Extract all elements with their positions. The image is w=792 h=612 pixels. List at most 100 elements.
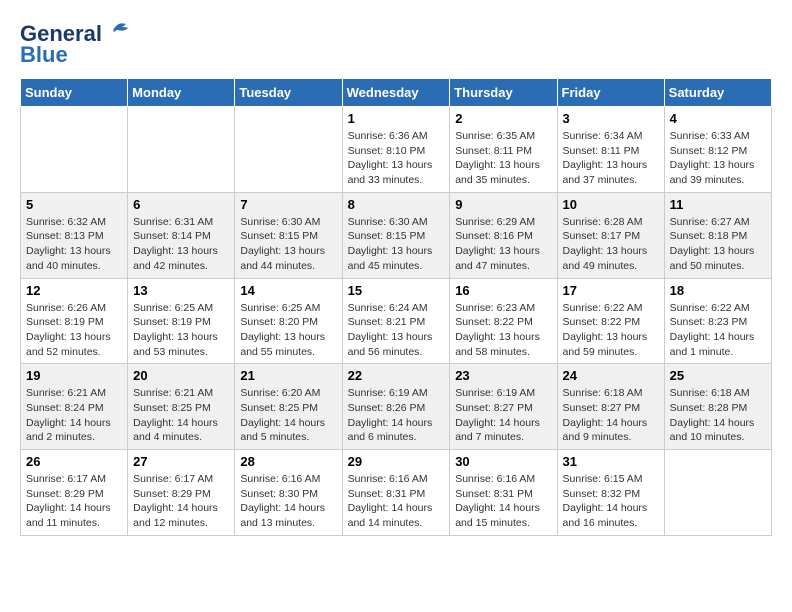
day-info: Sunrise: 6:17 AM Sunset: 8:29 PM Dayligh… — [133, 472, 229, 531]
weekday-header-sunday: Sunday — [21, 79, 128, 107]
calendar-cell: 30 Sunrise: 6:16 AM Sunset: 8:31 PM Dayli… — [450, 450, 557, 536]
day-info: Sunrise: 6:18 AM Sunset: 8:28 PM Dayligh… — [670, 386, 766, 445]
day-number: 22 — [348, 368, 445, 383]
calendar-cell: 8 Sunrise: 6:30 AM Sunset: 8:15 PM Daylig… — [342, 192, 450, 278]
calendar-cell: 15 Sunrise: 6:24 AM Sunset: 8:21 PM Dayli… — [342, 278, 450, 364]
day-info: Sunrise: 6:16 AM Sunset: 8:30 PM Dayligh… — [240, 472, 336, 531]
calendar-cell: 4Sunrise: 6:33 AM Sunset: 8:12 PM Daylig… — [664, 107, 771, 193]
day-info: Sunrise: 6:20 AM Sunset: 8:25 PM Dayligh… — [240, 386, 336, 445]
day-number: 5 — [26, 197, 122, 212]
calendar-cell: 23 Sunrise: 6:19 AM Sunset: 8:27 PM Dayli… — [450, 364, 557, 450]
day-number: 23 — [455, 368, 551, 383]
weekday-header-saturday: Saturday — [664, 79, 771, 107]
day-number: 15 — [348, 283, 445, 298]
day-number: 1 — [348, 111, 445, 126]
day-number: 29 — [348, 454, 445, 469]
weekday-header-tuesday: Tuesday — [235, 79, 342, 107]
day-info: Sunrise: 6:22 AM Sunset: 8:23 PM Dayligh… — [670, 301, 766, 360]
day-number: 6 — [133, 197, 229, 212]
day-number: 3 — [563, 111, 659, 126]
day-info: Sunrise: 6:26 AM Sunset: 8:19 PM Dayligh… — [26, 301, 122, 360]
day-info: Sunrise: 6:15 AM Sunset: 8:32 PM Dayligh… — [563, 472, 659, 531]
calendar-cell: 17Sunrise: 6:22 AM Sunset: 8:22 PM Dayli… — [557, 278, 664, 364]
day-info: Sunrise: 6:34 AM Sunset: 8:11 PM Dayligh… — [563, 129, 659, 188]
day-number: 14 — [240, 283, 336, 298]
calendar-cell: 24 Sunrise: 6:18 AM Sunset: 8:27 PM Dayli… — [557, 364, 664, 450]
calendar-table: SundayMondayTuesdayWednesdayThursdayFrid… — [20, 78, 772, 536]
calendar-cell: 12 Sunrise: 6:26 AM Sunset: 8:19 PM Dayli… — [21, 278, 128, 364]
day-number: 7 — [240, 197, 336, 212]
calendar-cell: 18 Sunrise: 6:22 AM Sunset: 8:23 PM Dayli… — [664, 278, 771, 364]
day-number: 30 — [455, 454, 551, 469]
weekday-header-thursday: Thursday — [450, 79, 557, 107]
weekday-header-wednesday: Wednesday — [342, 79, 450, 107]
day-number: 10 — [563, 197, 659, 212]
day-number: 28 — [240, 454, 336, 469]
calendar-cell: 9Sunrise: 6:29 AM Sunset: 8:16 PM Daylig… — [450, 192, 557, 278]
day-number: 8 — [348, 197, 445, 212]
day-info: Sunrise: 6:35 AM Sunset: 8:11 PM Dayligh… — [455, 129, 551, 188]
calendar-cell: 29Sunrise: 6:16 AM Sunset: 8:31 PM Dayli… — [342, 450, 450, 536]
day-info: Sunrise: 6:18 AM Sunset: 8:27 PM Dayligh… — [563, 386, 659, 445]
day-info: Sunrise: 6:24 AM Sunset: 8:21 PM Dayligh… — [348, 301, 445, 360]
calendar-body: 1 Sunrise: 6:36 AM Sunset: 8:10 PM Daylig… — [21, 107, 772, 536]
calendar-cell: 16 Sunrise: 6:23 AM Sunset: 8:22 PM Dayli… — [450, 278, 557, 364]
weekday-header-friday: Friday — [557, 79, 664, 107]
logo-blue: Blue — [20, 42, 68, 68]
day-info: Sunrise: 6:16 AM Sunset: 8:31 PM Dayligh… — [455, 472, 551, 531]
calendar-cell: 27 Sunrise: 6:17 AM Sunset: 8:29 PM Dayli… — [128, 450, 235, 536]
calendar-cell — [21, 107, 128, 193]
day-number: 24 — [563, 368, 659, 383]
calendar-week-row: 1 Sunrise: 6:36 AM Sunset: 8:10 PM Daylig… — [21, 107, 772, 193]
calendar-cell — [128, 107, 235, 193]
calendar-cell: 13Sunrise: 6:25 AM Sunset: 8:19 PM Dayli… — [128, 278, 235, 364]
calendar-cell: 3 Sunrise: 6:34 AM Sunset: 8:11 PM Daylig… — [557, 107, 664, 193]
day-number: 20 — [133, 368, 229, 383]
day-number: 17 — [563, 283, 659, 298]
day-info: Sunrise: 6:19 AM Sunset: 8:27 PM Dayligh… — [455, 386, 551, 445]
day-number: 25 — [670, 368, 766, 383]
day-number: 18 — [670, 283, 766, 298]
day-number: 16 — [455, 283, 551, 298]
day-info: Sunrise: 6:33 AM Sunset: 8:12 PM Dayligh… — [670, 129, 766, 188]
day-info: Sunrise: 6:25 AM Sunset: 8:20 PM Dayligh… — [240, 301, 336, 360]
calendar-cell: 28 Sunrise: 6:16 AM Sunset: 8:30 PM Dayli… — [235, 450, 342, 536]
day-number: 19 — [26, 368, 122, 383]
calendar-cell: 25 Sunrise: 6:18 AM Sunset: 8:28 PM Dayli… — [664, 364, 771, 450]
weekday-header-monday: Monday — [128, 79, 235, 107]
calendar-cell: 6Sunrise: 6:31 AM Sunset: 8:14 PM Daylig… — [128, 192, 235, 278]
calendar-cell: 2 Sunrise: 6:35 AM Sunset: 8:11 PM Daylig… — [450, 107, 557, 193]
calendar-week-row: 12 Sunrise: 6:26 AM Sunset: 8:19 PM Dayli… — [21, 278, 772, 364]
day-info: Sunrise: 6:23 AM Sunset: 8:22 PM Dayligh… — [455, 301, 551, 360]
calendar-cell: 20 Sunrise: 6:21 AM Sunset: 8:25 PM Dayli… — [128, 364, 235, 450]
calendar-cell: 11Sunrise: 6:27 AM Sunset: 8:18 PM Dayli… — [664, 192, 771, 278]
calendar-week-row: 5 Sunrise: 6:32 AM Sunset: 8:13 PM Daylig… — [21, 192, 772, 278]
calendar-cell: 5 Sunrise: 6:32 AM Sunset: 8:13 PM Daylig… — [21, 192, 128, 278]
calendar-cell: 31 Sunrise: 6:15 AM Sunset: 8:32 PM Dayli… — [557, 450, 664, 536]
calendar-cell — [664, 450, 771, 536]
day-number: 2 — [455, 111, 551, 126]
calendar-cell: 26Sunrise: 6:17 AM Sunset: 8:29 PM Dayli… — [21, 450, 128, 536]
day-info: Sunrise: 6:21 AM Sunset: 8:24 PM Dayligh… — [26, 386, 122, 445]
calendar-week-row: 19 Sunrise: 6:21 AM Sunset: 8:24 PM Dayli… — [21, 364, 772, 450]
day-number: 21 — [240, 368, 336, 383]
day-info: Sunrise: 6:32 AM Sunset: 8:13 PM Dayligh… — [26, 215, 122, 274]
page-header: General Blue — [20, 20, 772, 68]
logo-bird-icon — [102, 20, 130, 48]
day-info: Sunrise: 6:25 AM Sunset: 8:19 PM Dayligh… — [133, 301, 229, 360]
calendar-cell: 10 Sunrise: 6:28 AM Sunset: 8:17 PM Dayli… — [557, 192, 664, 278]
logo: General Blue — [20, 20, 130, 68]
day-info: Sunrise: 6:30 AM Sunset: 8:15 PM Dayligh… — [348, 215, 445, 274]
calendar-header: SundayMondayTuesdayWednesdayThursdayFrid… — [21, 79, 772, 107]
day-info: Sunrise: 6:30 AM Sunset: 8:15 PM Dayligh… — [240, 215, 336, 274]
calendar-week-row: 26 Sunrise: 6:17 AM Sunset: 8:29 PM Dayli… — [21, 450, 772, 536]
day-info: Sunrise: 6:21 AM Sunset: 8:25 PM Dayligh… — [133, 386, 229, 445]
day-number: 12 — [26, 283, 122, 298]
day-number: 27 — [133, 454, 229, 469]
day-info: Sunrise: 6:29 AM Sunset: 8:16 PM Dayligh… — [455, 215, 551, 274]
calendar-cell: 21 Sunrise: 6:20 AM Sunset: 8:25 PM Dayli… — [235, 364, 342, 450]
day-info: Sunrise: 6:28 AM Sunset: 8:17 PM Dayligh… — [563, 215, 659, 274]
day-number: 31 — [563, 454, 659, 469]
day-info: Sunrise: 6:36 AM Sunset: 8:10 PM Dayligh… — [348, 129, 445, 188]
day-number: 26 — [26, 454, 122, 469]
